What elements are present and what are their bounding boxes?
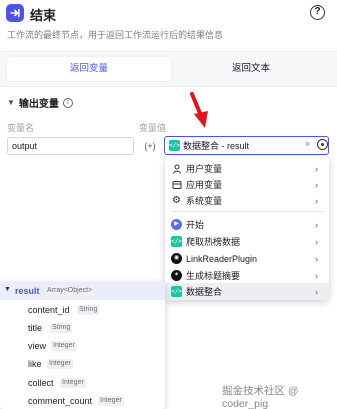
end-node-icon xyxy=(6,4,24,22)
tree-field-name: like xyxy=(28,359,42,369)
column-label-value: 变量值 xyxy=(139,123,167,133)
variable-dropdown-menu: 用户变量 › 应用变量 › ⚙ 系统变量 › ▶ 开始 › </> 爬取热榜数据… xyxy=(165,156,329,300)
dropdown-item-label: 应用变量 xyxy=(186,180,223,190)
tree-row-result[interactable]: ▼ result Array<Object> xyxy=(0,282,165,300)
code-node-icon: </> xyxy=(171,236,182,247)
watermark: 掘金技术社区 @ coder_pig xyxy=(222,385,299,409)
node-title: 结束 xyxy=(30,8,57,23)
dropdown-item-link-reader-plugin[interactable]: ◉ LinkReaderPlugin › xyxy=(165,250,329,267)
dropdown-item-label: LinkReaderPlugin xyxy=(186,253,258,264)
node-header: 结束 ? 工作流的最终节点，用于返回工作流运行后的结果信息 xyxy=(0,0,337,48)
chevron-right-icon: › xyxy=(315,163,318,174)
chevron-down-icon[interactable]: ▼ xyxy=(4,286,11,293)
tree-field-name: collect xyxy=(28,378,54,388)
tree-field-name: comment_count xyxy=(28,396,93,406)
output-fields-tree: ▼ result Array<Object> content_id String… xyxy=(0,282,165,409)
tree-field-type: Integer xyxy=(98,396,124,406)
link-reader-icon: ◉ xyxy=(171,253,182,264)
chevron-down-icon[interactable]: ▼ xyxy=(7,98,15,107)
tree-row-comment-count[interactable]: comment_count Integer xyxy=(0,392,165,409)
start-node-icon: ▶ xyxy=(171,219,182,230)
dropdown-item-label: 爬取热榜数据 xyxy=(186,237,241,247)
dropdown-item-crawl-hot-list[interactable]: </> 爬取热榜数据 › xyxy=(165,233,329,250)
value-type-toggle[interactable]: (+) xyxy=(139,137,161,155)
dropdown-item-data-integration[interactable]: </> 数据整合 › xyxy=(165,283,329,300)
app-icon xyxy=(171,179,182,190)
target-icon[interactable] xyxy=(317,139,328,150)
tab-return-variable[interactable]: 返回变量 xyxy=(7,57,171,81)
tree-field-type: Integer xyxy=(51,341,77,351)
dropdown-item-label: 系统变量 xyxy=(186,196,223,206)
output-section-header[interactable]: ▼ 输出变量 i xyxy=(7,95,73,110)
dropdown-divider xyxy=(171,211,323,212)
info-icon[interactable]: i xyxy=(62,97,73,108)
dropdown-item-system-variables[interactable]: ⚙ 系统变量 › xyxy=(165,192,329,209)
variable-name-input[interactable]: output xyxy=(7,137,134,155)
tree-field-name: content_id xyxy=(28,305,70,315)
dropdown-item-label: 用户变量 xyxy=(186,164,223,174)
code-node-icon: </> xyxy=(171,286,182,297)
tree-field-type: String xyxy=(77,305,100,315)
clear-icon[interactable]: × xyxy=(305,139,310,149)
tab-return-text[interactable]: 返回文本 xyxy=(171,57,331,81)
dropdown-item-generate-title-summary[interactable]: ✶ 生成标题摘要 › xyxy=(165,267,329,284)
column-label-name: 变量名 xyxy=(7,123,35,133)
chevron-right-icon: › xyxy=(315,236,318,247)
selected-variable-value: 数据整合 - result xyxy=(183,141,250,151)
chevron-right-icon: › xyxy=(315,195,318,206)
dropdown-item-app-variables[interactable]: 应用变量 › xyxy=(165,176,329,193)
help-icon[interactable]: ? xyxy=(310,5,325,20)
tree-field-type: Integer xyxy=(47,359,73,369)
tree-field-type: String xyxy=(50,323,73,333)
tree-field-name: title xyxy=(28,323,43,333)
tree-field-name: result xyxy=(15,286,40,296)
variable-value-select[interactable]: </> 数据整合 - result × xyxy=(164,136,329,155)
return-mode-tabs: 返回变量 返回文本 xyxy=(0,51,337,87)
tree-row-view[interactable]: view Integer xyxy=(0,337,165,355)
tree-row-like[interactable]: like Integer xyxy=(0,355,165,373)
dropdown-item-label: 生成标题摘要 xyxy=(186,271,241,281)
user-icon xyxy=(171,163,182,174)
chevron-right-icon: › xyxy=(315,253,318,264)
tree-field-type: Array<Object> xyxy=(45,286,95,296)
system-gear-icon: ⚙ xyxy=(172,195,181,206)
chevron-right-icon: › xyxy=(315,179,318,190)
output-section-title: 输出变量 xyxy=(18,99,59,110)
chevron-right-icon: › xyxy=(315,286,318,297)
tree-row-content-id[interactable]: content_id String xyxy=(0,301,165,319)
dropdown-item-label: 开始 xyxy=(186,220,205,230)
code-node-icon: </> xyxy=(169,140,180,151)
dropdown-item-start[interactable]: ▶ 开始 › xyxy=(165,216,329,233)
dropdown-item-user-variables[interactable]: 用户变量 › xyxy=(165,160,329,177)
dropdown-item-label: 数据整合 xyxy=(186,287,223,297)
chevron-right-icon: › xyxy=(315,219,318,230)
chevron-right-icon: › xyxy=(315,270,318,281)
tree-row-title[interactable]: title String xyxy=(0,319,165,337)
tree-field-type: Integer xyxy=(60,378,86,388)
node-description: 工作流的最终节点，用于返回工作流运行后的结果信息 xyxy=(7,30,224,40)
annotation-arrow xyxy=(190,92,208,128)
tree-row-collect[interactable]: collect Integer xyxy=(0,374,165,392)
llm-node-icon: ✶ xyxy=(171,270,182,281)
tree-field-name: view xyxy=(28,341,47,351)
